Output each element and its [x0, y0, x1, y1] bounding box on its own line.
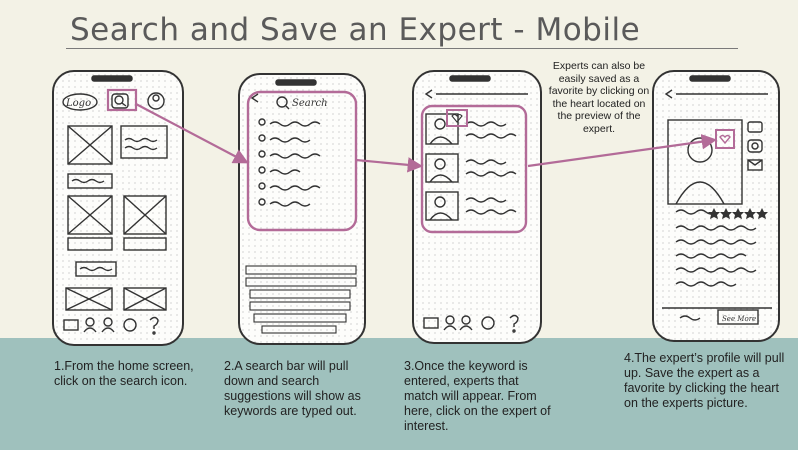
- profile-heart-icon: [719, 134, 731, 145]
- result-cards: [425, 113, 517, 221]
- step-3-caption: 3.Once the keyword is entered, experts t…: [404, 359, 551, 433]
- search-bar-sketch: Search: [292, 98, 328, 109]
- logo-sketch: Logo: [65, 98, 91, 109]
- step-4-caption: 4.The expert’s profile will pull up. Sav…: [624, 351, 785, 410]
- see-more-sketch: See More: [722, 315, 756, 323]
- favorite-note: Experts can also be easily saved as a fa…: [548, 60, 650, 135]
- heart-icon: [451, 113, 463, 123]
- step-1-caption: 1.From the home screen, click on the sea…: [54, 359, 194, 388]
- preview-heart-highlight: [446, 109, 468, 127]
- step-2-caption: 2.A search bar will pull down and search…: [224, 359, 361, 418]
- suggestion-lines: [258, 118, 321, 207]
- profile-heart-highlight: [715, 129, 735, 149]
- suggestions-highlight: [246, 90, 358, 232]
- rating-stars: [708, 208, 768, 219]
